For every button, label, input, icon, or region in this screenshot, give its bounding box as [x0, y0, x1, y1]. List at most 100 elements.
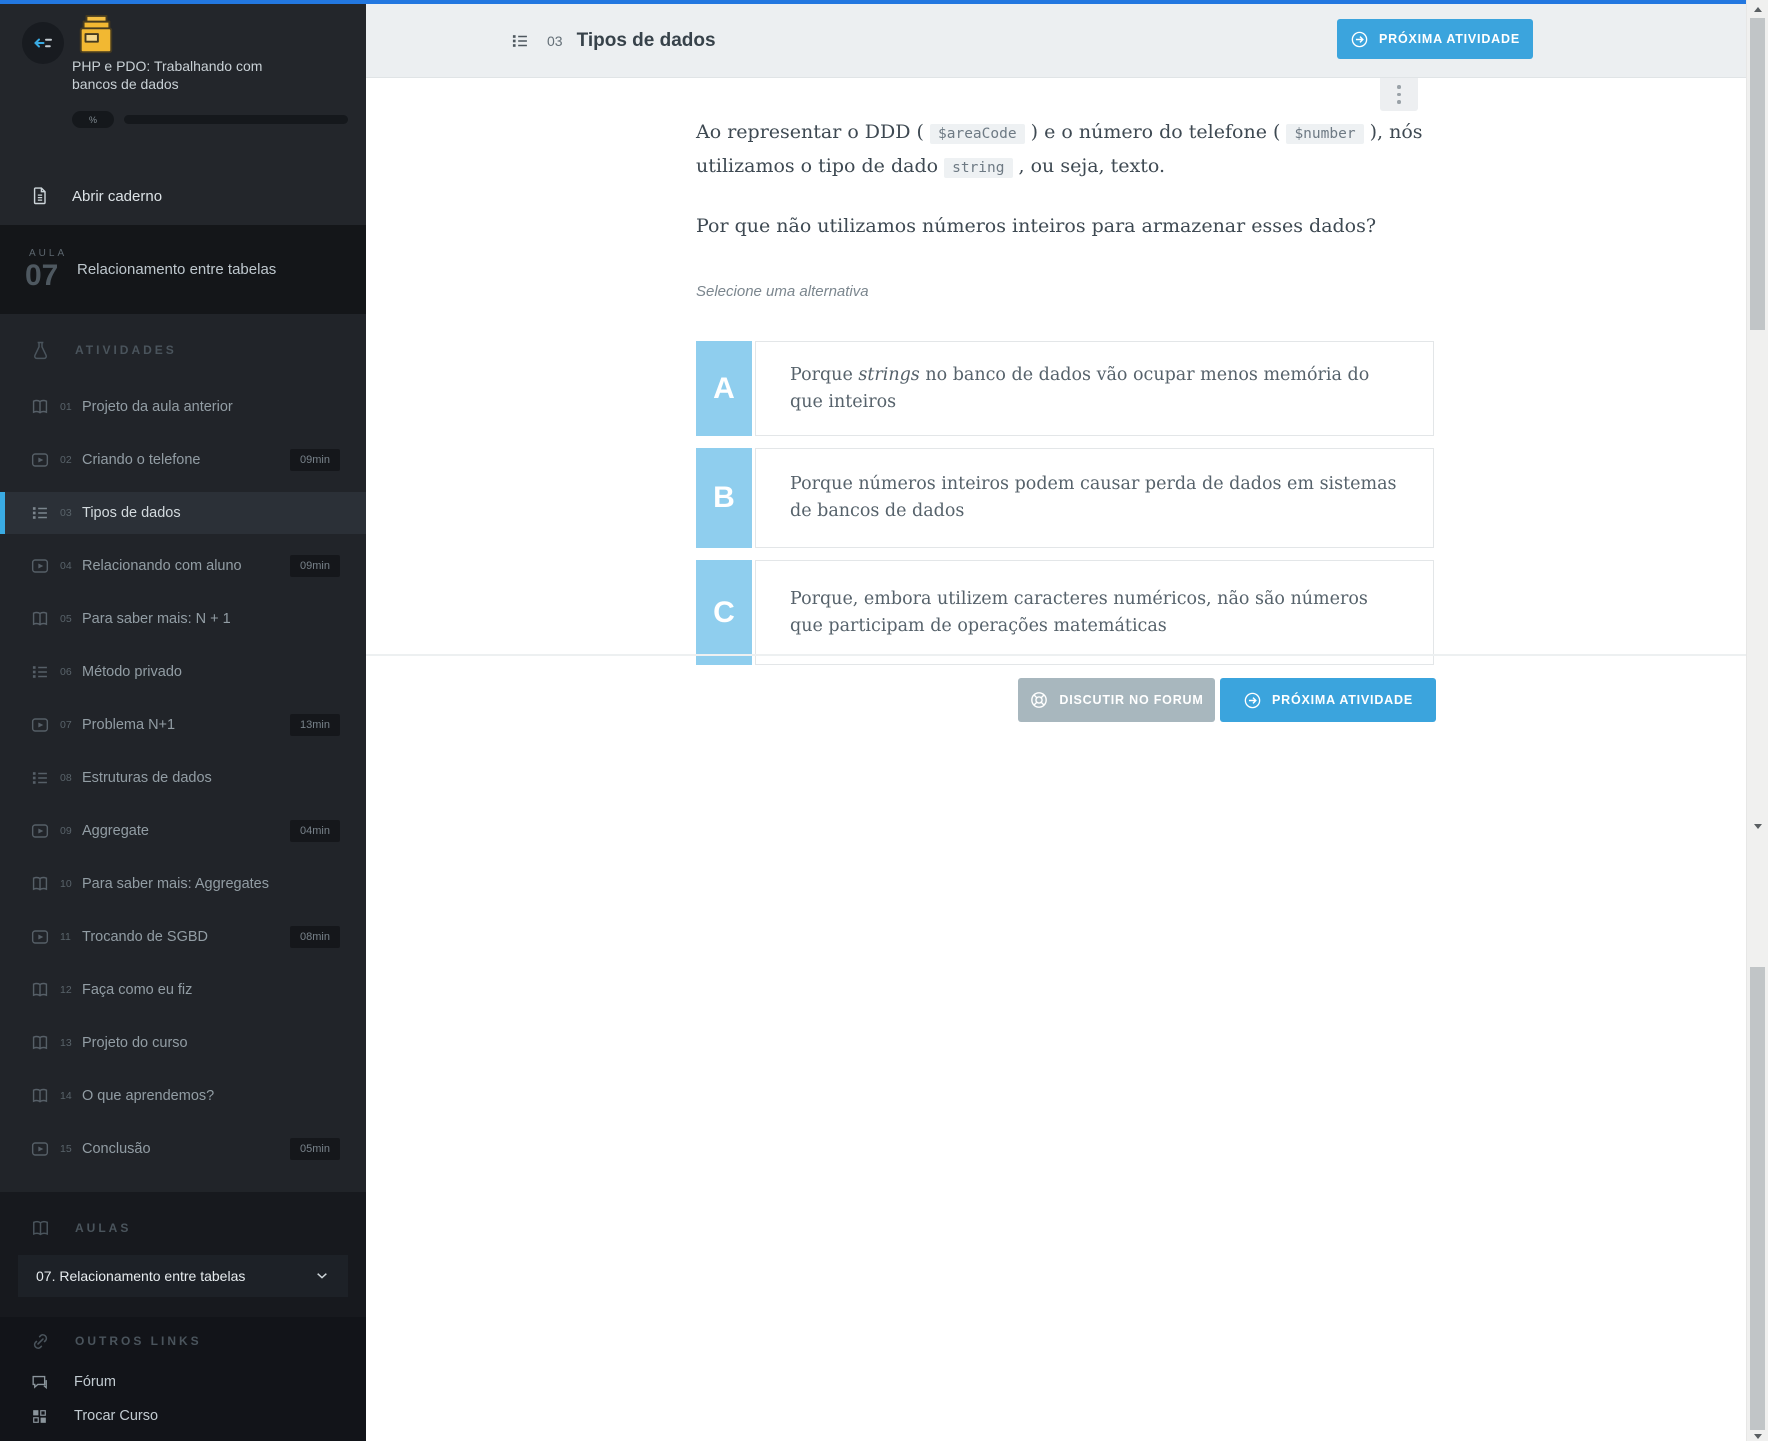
scrollbar-up-arrow[interactable] [1753, 7, 1762, 12]
scrollbar-down-arrow[interactable] [1753, 824, 1762, 829]
activities-header-label: ATIVIDADES [75, 343, 177, 357]
activity-number: 12 [60, 984, 72, 996]
sidebar-item-trocar-curso[interactable]: Trocar Curso [0, 1401, 366, 1431]
duration-badge: 13min [290, 714, 340, 736]
kebab-dot [1397, 92, 1401, 97]
book-open-icon [30, 609, 50, 629]
course-sidebar: PHP e PDO: Trabalhando com bancos de dad… [0, 0, 366, 1441]
video-icon [30, 1139, 50, 1159]
duration-badge: 09min [290, 555, 340, 577]
activity-item-07[interactable]: 07 Problema N+1 13min [0, 704, 366, 746]
activity-item-09[interactable]: 09 Aggregate 04min [0, 810, 366, 852]
life-ring-icon [1029, 690, 1049, 710]
activity-header-title-group: 03 Tipos de dados [510, 4, 716, 77]
alternative-text-content: Porque números inteiros podem causar per… [790, 474, 1397, 521]
sidebar-item-forum[interactable]: Fórum [0, 1367, 366, 1397]
alternative-a[interactable]: A Porque strings no banco de dados vão o… [696, 341, 1434, 436]
alternative-c[interactable]: C Porque, embora utilizem caracteres num… [696, 560, 1434, 665]
activity-label: Criando o telefone [82, 452, 201, 468]
collapse-sidebar-button[interactable] [22, 22, 64, 64]
activity-number: 03 [547, 32, 563, 49]
alternatives-list: A Porque strings no banco de dados vão o… [696, 341, 1434, 665]
other-links-header-label: OUTROS LINKS [75, 1334, 202, 1348]
book-open-icon [30, 1033, 50, 1053]
activity-item-10[interactable]: 10 Para saber mais: Aggregates [0, 863, 366, 905]
activity-label: Faça como eu fiz [82, 982, 193, 998]
open-notebook-button[interactable]: Abrir caderno [0, 170, 366, 222]
alternative-letter: B [696, 448, 752, 548]
activity-item-05[interactable]: 05 Para saber mais: N + 1 [0, 598, 366, 640]
activity-number: 07 [60, 719, 72, 731]
question-block: Ao representar o DDD ( $areaCode ) e o n… [696, 116, 1440, 308]
video-icon [30, 556, 50, 576]
more-options-button[interactable] [1380, 78, 1418, 111]
activity-label: Para saber mais: Aggregates [82, 876, 269, 892]
chevron-down-icon [314, 1268, 330, 1284]
progress-percent-badge: % [72, 111, 114, 128]
open-notebook-label: Abrir caderno [72, 187, 163, 205]
activity-number: 04 [60, 560, 72, 572]
lesson-kicker: AULA [29, 248, 68, 259]
activity-number: 06 [60, 666, 72, 678]
page-scrollbar [1746, 0, 1768, 1441]
next-activity-label: PRÓXIMA ATIVIDADE [1379, 32, 1520, 46]
course-logo-icon [79, 14, 113, 54]
activity-item-14[interactable]: 14 O que aprendemos? [0, 1075, 366, 1117]
activities-section-header: ATIVIDADES [0, 328, 366, 372]
book-open-icon [30, 874, 50, 894]
content-divider [366, 654, 1746, 656]
next-activity-button-bottom[interactable]: PRÓXIMA ATIVIDADE [1220, 678, 1436, 722]
lesson-select-dropdown[interactable]: 07. Relacionamento entre tabelas [18, 1255, 348, 1297]
activities-list: 01 Projeto da aula anterior 02 Criando o… [0, 386, 366, 1170]
book-open-icon [30, 980, 50, 1000]
alternative-text-content: Porque strings no banco de dados vão ocu… [790, 364, 1370, 412]
alternative-text: Porque strings no banco de dados vão ocu… [755, 341, 1434, 436]
other-links-section-header: OUTROS LINKS [0, 1319, 366, 1363]
quiz-list-icon [510, 31, 530, 51]
other-links-section: OUTROS LINKS Fórum Trocar Curso [0, 1317, 366, 1441]
kebab-dot [1397, 85, 1401, 89]
activity-item-08[interactable]: 08 Estruturas de dados [0, 757, 366, 799]
alternative-b[interactable]: B Porque números inteiros podem causar p… [696, 448, 1434, 548]
activity-label: Tipos de dados [82, 505, 181, 521]
scrollbar-down-arrow[interactable] [1753, 1434, 1762, 1439]
alternative-text: Porque, embora utilizem caracteres numér… [755, 560, 1434, 665]
activity-item-12[interactable]: 12 Faça como eu fiz [0, 969, 366, 1011]
lessons-header-label: AULAS [75, 1221, 132, 1235]
activity-item-03-active[interactable]: 03 Tipos de dados [0, 492, 366, 534]
activity-number: 13 [60, 1037, 72, 1049]
activity-item-04[interactable]: 04 Relacionando com aluno 09min [0, 545, 366, 587]
quiz-list-icon [30, 662, 50, 682]
activity-item-15[interactable]: 15 Conclusão 05min [0, 1128, 366, 1170]
activity-label: Relacionando com aluno [82, 558, 242, 574]
duration-badge: 05min [290, 1138, 340, 1160]
activity-item-01[interactable]: 01 Projeto da aula anterior [0, 386, 366, 428]
duration-badge: 09min [290, 449, 340, 471]
scrollbar-thumb-content[interactable] [1750, 18, 1765, 330]
activity-item-11[interactable]: 11 Trocando de SGBD 08min [0, 916, 366, 958]
current-lesson-banner: AULA 07 Relacionamento entre tabelas [0, 225, 366, 314]
collapse-arrow-icon [34, 38, 52, 48]
activity-label: O que aprendemos? [82, 1088, 215, 1104]
discuss-forum-button[interactable]: DISCUTIR NO FORUM [1018, 678, 1215, 722]
scrollbar-thumb-page[interactable] [1750, 967, 1765, 1430]
question-actions: DISCUTIR NO FORUM PRÓXIMA ATIVIDADE [1018, 678, 1436, 722]
activity-item-02[interactable]: 02 Criando o telefone 09min [0, 439, 366, 481]
lessons-section-header: AULAS [0, 1206, 366, 1250]
book-icon [30, 1218, 51, 1239]
course-title[interactable]: PHP e PDO: Trabalhando com bancos de dad… [72, 57, 297, 93]
video-icon [30, 821, 50, 841]
activity-number: 01 [60, 401, 72, 413]
lessons-section: AULAS 07. Relacionamento entre tabelas [0, 1192, 366, 1317]
activity-item-06[interactable]: 06 Método privado [0, 651, 366, 693]
activity-item-13[interactable]: 13 Projeto do curso [0, 1022, 366, 1064]
video-icon [30, 715, 50, 735]
course-progress-bar [124, 115, 348, 124]
activity-number: 08 [60, 772, 72, 784]
alternative-letter: C [696, 560, 752, 665]
activity-header: 03 Tipos de dados PRÓXIMA ATIVIDADE [366, 4, 1746, 78]
activity-number: 11 [60, 931, 71, 943]
top-accent-line [0, 0, 1746, 4]
activity-number: 15 [60, 1143, 72, 1155]
next-activity-button-top[interactable]: PRÓXIMA ATIVIDADE [1337, 19, 1533, 59]
